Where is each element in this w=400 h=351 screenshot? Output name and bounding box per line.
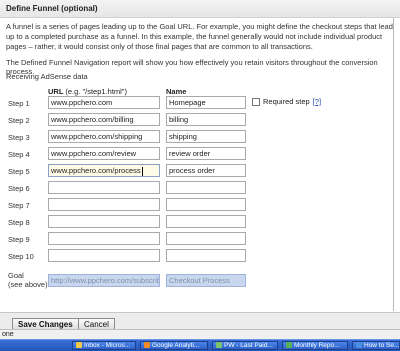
step-label: Step 2	[8, 116, 30, 125]
goal-label-title: Goal	[8, 271, 24, 280]
page-divider	[393, 18, 394, 311]
step-6-url-input[interactable]	[48, 181, 160, 194]
required-step-label: Required step	[263, 97, 310, 106]
required-step: Required step [?]	[252, 97, 321, 106]
step-4-name-input[interactable]: review order	[166, 147, 246, 160]
status-text: one	[2, 331, 14, 338]
step-10-url-input[interactable]	[48, 249, 160, 262]
step-row-3: Step 3 www.ppchero.com/shipping shipping	[0, 130, 400, 146]
step-7-url-input[interactable]	[48, 198, 160, 211]
taskbar-item-label: PW - Last Paid...	[224, 342, 273, 349]
step-label: Step 10	[8, 252, 34, 261]
step-label: Step 4	[8, 150, 30, 159]
browser-status-bar: one	[0, 329, 400, 339]
url-column-hint: (e.g. "/step1.html")	[65, 87, 127, 96]
step-6-name-input[interactable]	[166, 181, 246, 194]
step-row-1: Step 1 www.ppchero.com Homepage Required…	[0, 96, 400, 112]
step-row-7: Step 7	[0, 198, 400, 214]
step-3-name-input[interactable]: shipping	[166, 130, 246, 143]
url-column-title: URL	[48, 87, 64, 96]
step-7-name-input[interactable]	[166, 198, 246, 211]
step-row-9: Step 9	[0, 232, 400, 248]
taskbar-item-inbox[interactable]: Inbox - Micros...	[72, 341, 136, 350]
taskbar-item-label: Monthly Repo...	[294, 342, 340, 349]
step-row-5: Step 5 www.ppchero.com/process process o…	[0, 164, 400, 180]
taskbar-item-label: Google Analyti...	[152, 342, 200, 349]
receiving-adsense-label: Receiving AdSense data	[6, 72, 88, 81]
document-icon	[356, 342, 362, 349]
taskbar-item-label: How to Se...	[364, 342, 400, 349]
step-row-10: Step 10	[0, 249, 400, 265]
taskbar-item-google-analytics[interactable]: Google Analyti...	[140, 341, 208, 350]
url-column-header: URL (e.g. "/step1.html")	[48, 87, 127, 96]
step-1-url-input[interactable]: www.ppchero.com	[48, 96, 160, 109]
spreadsheet-icon	[286, 342, 292, 349]
step-label: Step 9	[8, 235, 30, 244]
mail-icon	[76, 342, 82, 349]
step-row-8: Step 8	[0, 215, 400, 231]
step-label: Step 7	[8, 201, 30, 210]
taskbar-item-label: Inbox - Micros...	[84, 342, 131, 349]
step-label: Step 3	[8, 133, 30, 142]
section-title-define-funnel: Define Funnel (optional)	[6, 4, 98, 13]
step-10-name-input[interactable]	[166, 249, 246, 262]
step-2-url-input[interactable]: www.ppchero.com/billing	[48, 113, 160, 126]
step-8-name-input[interactable]	[166, 215, 246, 228]
step-2-name-input[interactable]: billing	[166, 113, 246, 126]
goal-name-field: Checkout Process	[166, 274, 246, 287]
name-column-header: Name	[166, 87, 187, 96]
step-label: Step 6	[8, 184, 30, 193]
step-label: Step 8	[8, 218, 30, 227]
goal-url-field: http://www.ppchero.com/subscribe	[48, 274, 160, 287]
document-icon	[216, 342, 222, 349]
section-header: Define Funnel (optional)	[0, 0, 400, 18]
step-5-name-input[interactable]: process order	[166, 164, 246, 177]
funnel-description: A funnel is a series of pages leading up…	[6, 22, 393, 51]
step-row-6: Step 6	[0, 181, 400, 197]
step-row-2: Step 2 www.ppchero.com/billing billing	[0, 113, 400, 129]
windows-taskbar: Inbox - Micros... Google Analyti... PW -…	[0, 339, 400, 351]
taskbar-item-monthly-report[interactable]: Monthly Repo...	[282, 341, 348, 350]
step-3-url-input[interactable]: www.ppchero.com/shipping	[48, 130, 160, 143]
taskbar-item-how-to[interactable]: How to Se...	[352, 341, 400, 350]
step-label: Step 1	[8, 99, 30, 108]
step-row-4: Step 4 www.ppchero.com/review review ord…	[0, 147, 400, 163]
step-5-url-input[interactable]: www.ppchero.com/process	[48, 164, 160, 177]
step-4-url-input[interactable]: www.ppchero.com/review	[48, 147, 160, 160]
goal-label: Goal (see above)	[8, 271, 48, 289]
step-8-url-input[interactable]	[48, 215, 160, 228]
step-1-name-input[interactable]: Homepage	[166, 96, 246, 109]
step-9-name-input[interactable]	[166, 232, 246, 245]
goal-label-hint: (see above)	[8, 280, 48, 289]
help-link[interactable]: [?]	[313, 97, 321, 106]
browser-icon	[144, 342, 150, 349]
step-label: Step 5	[8, 167, 30, 176]
required-step-checkbox[interactable]	[252, 97, 260, 106]
step-9-url-input[interactable]	[48, 232, 160, 245]
taskbar-item-pw-last-paid[interactable]: PW - Last Paid...	[212, 341, 278, 350]
